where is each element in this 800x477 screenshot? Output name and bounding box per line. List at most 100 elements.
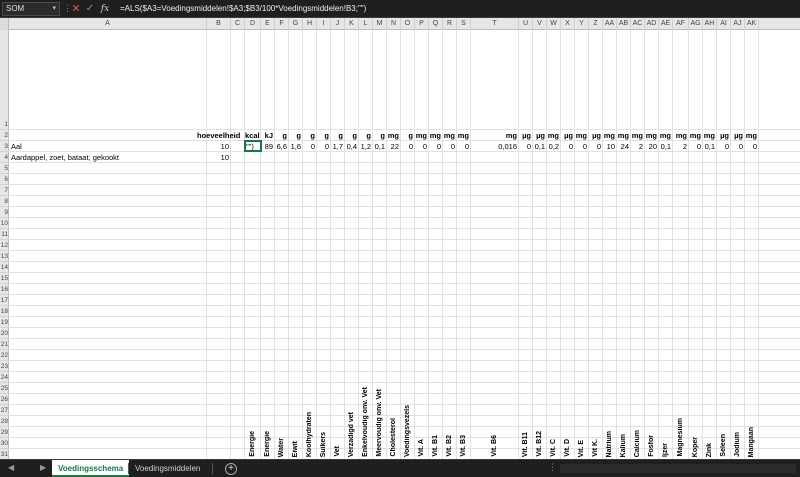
column-header[interactable]: M [373,18,387,30]
add-sheet-button[interactable]: + [225,463,237,475]
cell[interactable]: µg [519,131,531,141]
cell[interactable]: µg [589,131,601,141]
cell[interactable]: 6,6 [275,142,287,152]
cell[interactable]: mg [659,131,671,141]
cell[interactable]: 0 [415,142,427,152]
cell[interactable]: g [359,131,371,141]
cell[interactable]: mg [603,131,615,141]
formula-input[interactable]: =ALS($A3=Voedingsmiddelen!$A3;$B3/100*Vo… [116,2,798,16]
row-header[interactable]: 22 [0,350,9,361]
cell[interactable]: mg [703,131,715,141]
column-header[interactable]: E [261,18,275,30]
column-header[interactable]: B [207,18,231,30]
cell[interactable]: 0,016 [471,142,517,152]
column-header[interactable]: S [457,18,471,30]
row-header[interactable]: 25 [0,383,9,394]
row-header[interactable]: 12 [0,240,9,251]
cell[interactable]: µg [717,131,729,141]
column-header[interactable]: AA [603,18,617,30]
cell[interactable]: 0,1 [703,142,715,152]
cell[interactable]: µg [731,131,743,141]
cell[interactable]: 0,2 [547,142,559,152]
cell[interactable]: µg [561,131,573,141]
cell[interactable]: 0 [561,142,573,152]
cell[interactable]: 0 [589,142,601,152]
cell[interactable]: 0 [317,142,329,152]
row-header[interactable]: 27 [0,405,9,416]
column-header[interactable]: AH [703,18,717,30]
cell[interactable]: "") [246,142,260,152]
cell[interactable]: 0 [429,142,441,152]
cell[interactable]: mg [547,131,559,141]
cell[interactable]: g [373,131,385,141]
cell[interactable]: mg [429,131,441,141]
cell[interactable]: g [401,131,413,141]
row-header[interactable]: 13 [0,251,9,262]
column-header[interactable]: Z [589,18,603,30]
cell[interactable]: mg [631,131,643,141]
cell[interactable]: 2 [631,142,643,152]
cell[interactable]: 0 [689,142,701,152]
cell[interactable]: 1,2 [359,142,371,152]
cell[interactable]: kJ [261,131,273,141]
cell[interactable]: 0 [731,142,743,152]
cell-area[interactable]: Energie Energie Water Eiwit Koolhydraten Suik… [9,30,800,459]
column-header[interactable]: AD [645,18,659,30]
row-header[interactable]: 28 [0,416,9,427]
column-header[interactable]: H [303,18,317,30]
prev-sheet-arrow-icon[interactable]: ◀ [8,463,14,472]
cell[interactable]: 24 [617,142,629,152]
column-header[interactable]: AG [689,18,703,30]
column-header[interactable]: Q [429,18,443,30]
column-header[interactable]: I [317,18,331,30]
spreadsheet-grid[interactable]: A B C D E F G H I J K L M N O P Q R S T U V W X Y Z AA AB AC AD AE AF AG… [0,18,800,459]
row-header[interactable]: 19 [0,317,9,328]
tab-voedingsschema[interactable]: Voedingsschema [52,460,130,477]
cell[interactable]: mg [617,131,629,141]
chevron-down-icon[interactable]: ▾ [52,3,56,15]
cell[interactable]: 20 [645,142,657,152]
next-sheet-arrow-icon[interactable]: ▶ [40,463,46,472]
column-header[interactable]: D [245,18,261,30]
row-header[interactable]: 16 [0,284,9,295]
cell[interactable]: 0,4 [345,142,357,152]
column-header[interactable]: J [331,18,345,30]
cell[interactable]: 0,1 [373,142,385,152]
select-all-corner[interactable] [0,18,9,30]
food-name-cell[interactable]: Aardappel, zoet, bataat, gekookt [11,153,119,163]
column-header[interactable]: AC [631,18,645,30]
row-header[interactable]: 3 [0,141,9,152]
row-header[interactable]: 18 [0,306,9,317]
cell[interactable]: 0 [457,142,469,152]
row-header[interactable]: 20 [0,328,9,339]
column-header[interactable]: F [275,18,289,30]
cell[interactable]: 10 [207,153,229,163]
cell[interactable]: 0,1 [533,142,545,152]
food-name-cell[interactable]: Aal [11,142,22,152]
row-header[interactable]: 11 [0,229,9,240]
column-header[interactable]: AE [659,18,673,30]
cell[interactable]: 1,6 [289,142,301,152]
cell[interactable]: 89 [261,142,273,152]
enter-check-icon[interactable]: ✓ [84,2,96,16]
scroll-handle-icon[interactable]: ⋮ [548,462,557,473]
row-header[interactable]: 7 [0,185,9,196]
row-header[interactable]: 15 [0,273,9,284]
cell[interactable]: 0 [303,142,315,152]
column-header[interactable]: L [359,18,373,30]
horizontal-scrollbar[interactable] [560,464,796,473]
row-header[interactable]: 8 [0,196,9,207]
row-header[interactable]: 10 [0,218,9,229]
row-header[interactable]: 14 [0,262,9,273]
cell[interactable]: mg [415,131,427,141]
row-header[interactable]: 29 [0,427,9,438]
row-header[interactable]: 1 [0,30,9,130]
column-header[interactable]: P [415,18,429,30]
cell[interactable]: g [345,131,357,141]
cell[interactable]: mg [689,131,701,141]
insert-function-icon[interactable]: fx [98,2,112,16]
column-header[interactable]: AJ [731,18,745,30]
row-header[interactable]: 4 [0,152,9,163]
row-header[interactable]: 5 [0,163,9,174]
cell[interactable]: g [331,131,343,141]
